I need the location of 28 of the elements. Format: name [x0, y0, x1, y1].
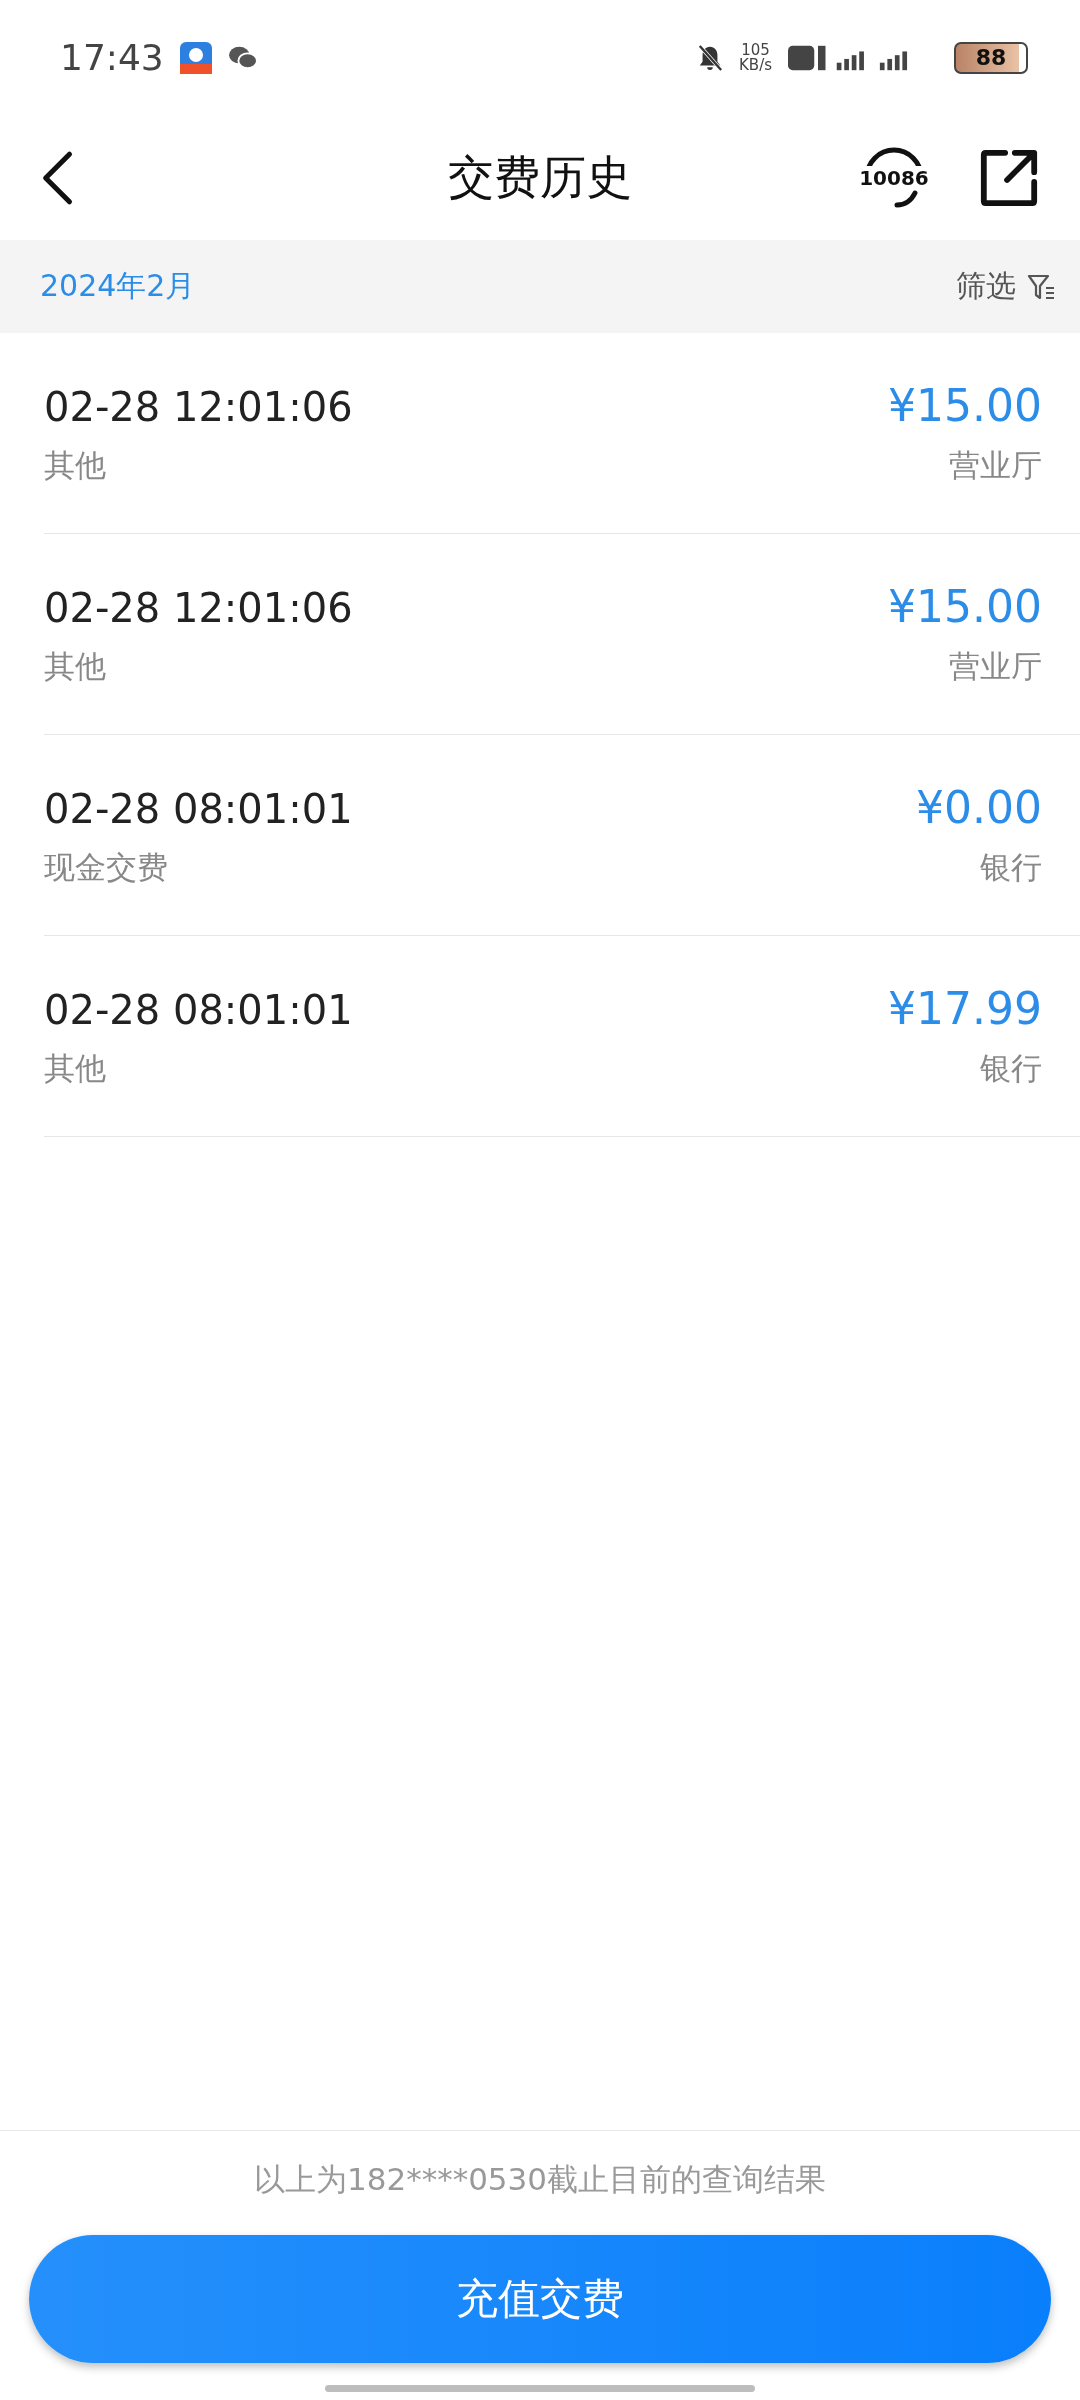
record-amount: ¥0.00 — [916, 781, 1042, 833]
muted-bell-icon — [697, 42, 723, 73]
query-note: 以上为182****0530截止目前的查询结果 — [253, 2160, 827, 2199]
speed-unit: KB/s — [739, 57, 772, 73]
record-time: 02-28 12:01:06 — [44, 584, 353, 631]
record-type: 现金交费 — [44, 847, 168, 887]
record-channel: 银行 — [980, 1048, 1042, 1088]
network-speed: 105 — [741, 42, 770, 58]
record-channel: 营业厅 — [949, 646, 1042, 686]
record-time: 02-28 08:01:01 — [44, 986, 353, 1033]
record-amount: ¥17.99 — [888, 982, 1042, 1034]
record-type: 其他 — [44, 445, 106, 485]
record-amount: ¥15.00 — [888, 379, 1042, 431]
record-time: 02-28 08:01:01 — [44, 785, 353, 832]
record-type: 其他 — [44, 646, 106, 686]
recharge-button[interactable]: 充值交费 — [29, 2235, 1051, 2363]
status-time: 17:43 — [60, 37, 164, 78]
page-title: 交费历史 — [448, 148, 632, 206]
filter-button[interactable]: 筛选 — [956, 266, 1056, 307]
battery-level: 88 — [975, 45, 1007, 70]
hotline-button[interactable]: 10086 — [858, 142, 930, 213]
record-channel: 银行 — [980, 847, 1042, 887]
record-amount: ¥15.00 — [888, 580, 1042, 632]
app-icon — [179, 41, 212, 74]
chat-icon — [227, 44, 258, 71]
record-channel: 营业厅 — [949, 445, 1042, 485]
record-time: 02-28 12:01:06 — [44, 383, 353, 430]
record-type: 其他 — [44, 1048, 106, 1088]
